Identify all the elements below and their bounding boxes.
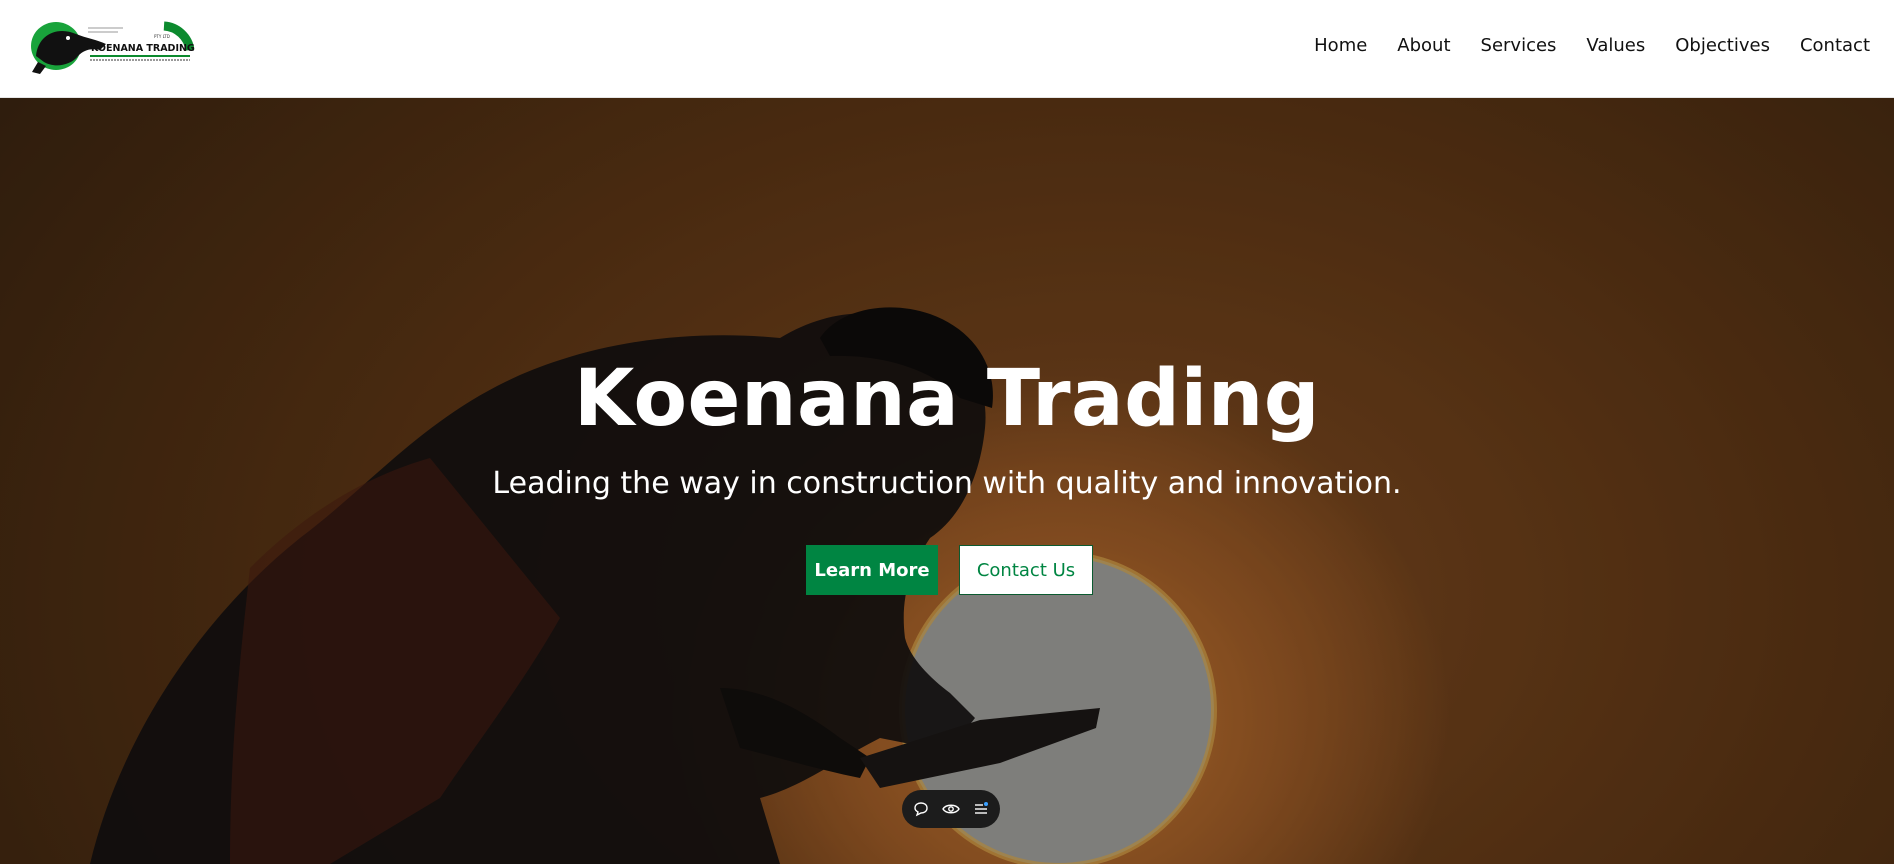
eye-icon[interactable] (942, 800, 960, 818)
nav-services[interactable]: Services (1481, 35, 1557, 56)
nav-about[interactable]: About (1397, 35, 1450, 56)
nav-home[interactable]: Home (1314, 35, 1367, 56)
site-logo[interactable]: PTY LTD KOENANA TRADING (28, 16, 196, 78)
menu-icon[interactable] (972, 800, 990, 818)
site-header: PTY LTD KOENANA TRADING Home About Servi… (0, 0, 1894, 98)
logo-text: KOENANA TRADING (91, 43, 195, 54)
floating-toolbar (902, 790, 1000, 828)
hero-title: Koenana Trading (573, 354, 1321, 444)
contact-us-button[interactable]: Contact Us (959, 545, 1093, 595)
nav-values[interactable]: Values (1586, 35, 1645, 56)
hero-subtitle: Leading the way in construction with qua… (492, 466, 1402, 501)
learn-more-button[interactable]: Learn More (806, 545, 938, 595)
nav-contact[interactable]: Contact (1800, 35, 1870, 56)
hero-section: Koenana Trading Leading the way in const… (0, 98, 1894, 864)
hero-button-group: Learn More Contact Us (806, 545, 1093, 595)
main-nav: Home About Services Values Objectives Co… (1314, 35, 1870, 56)
logo-small-text: PTY LTD (154, 34, 170, 39)
comment-icon[interactable] (912, 800, 930, 818)
nav-objectives[interactable]: Objectives (1675, 35, 1770, 56)
